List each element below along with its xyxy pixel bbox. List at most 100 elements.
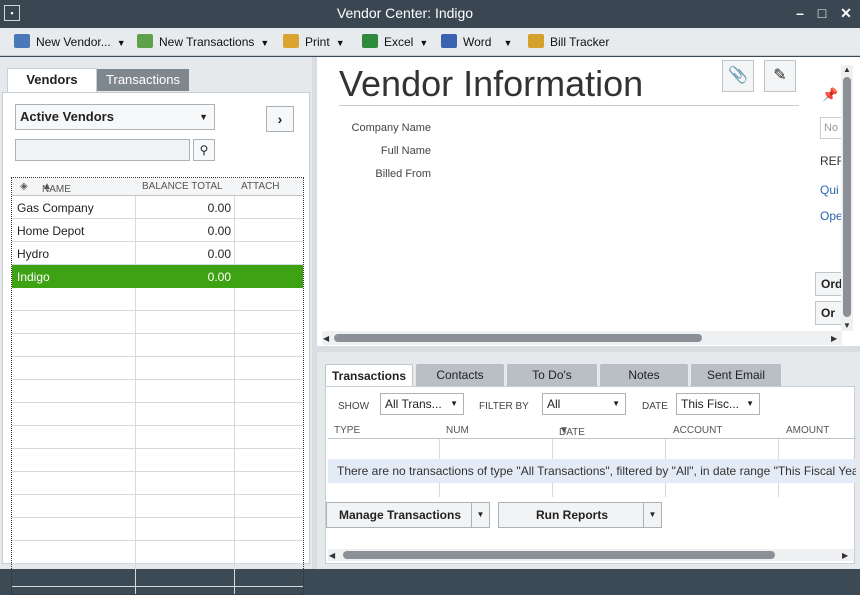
tab-contacts[interactable]: Contacts <box>416 364 504 386</box>
new-vendor-label: New Vendor... <box>36 35 111 49</box>
column-header-account[interactable]: ACCOUNT <box>673 425 722 436</box>
chevron-down-icon: ▼ <box>450 399 458 408</box>
tab-todos[interactable]: To Do's <box>507 364 597 386</box>
tab-transactions[interactable]: Transactions <box>325 364 413 388</box>
print-button[interactable]: Print ▼ <box>283 32 345 52</box>
date-header-label: DATE <box>559 427 585 438</box>
tab-sent-email[interactable]: Sent Email <box>691 364 781 386</box>
chevron-down-icon: ▼ <box>116 38 126 48</box>
tab-vendors[interactable]: Vendors <box>7 68 97 92</box>
open-balance-link[interactable]: Ope <box>820 209 842 223</box>
column-header-date[interactable]: DATE ▼ <box>559 425 585 438</box>
transactions-table-header: TYPE NUM DATE ▼ ACCOUNT AMOUNT <box>328 423 856 439</box>
run-reports-button[interactable]: Run Reports ▼ <box>498 502 662 528</box>
show-select[interactable]: All Trans... ▼ <box>380 393 464 415</box>
column-header-name[interactable]: NAME ▲ <box>42 181 71 195</box>
tab-transactions[interactable]: Transactions <box>97 69 189 91</box>
transactions-panel: SHOW All Trans... ▼ FILTER BY All ▼ DATE T… <box>325 386 856 564</box>
show-label: SHOW <box>338 401 370 412</box>
chevron-down-icon[interactable]: ▼ <box>471 503 489 527</box>
tab-notes[interactable]: Notes <box>600 364 688 386</box>
vendor-filter-select[interactable]: Active Vendors ▼ <box>15 104 215 130</box>
scroll-left-icon[interactable]: ◀ <box>323 334 329 343</box>
filter-by-select[interactable]: All ▼ <box>542 393 626 415</box>
toolbar: New Vendor... ▼ New Transactions ▼ Print ▼ … <box>0 28 860 56</box>
search-icon[interactable]: ⚲ <box>193 139 215 161</box>
vendor-balance: 0.00 <box>207 201 231 215</box>
column-header-balance[interactable]: BALANCE TOTAL <box>142 181 223 192</box>
excel-icon <box>362 34 378 48</box>
pin-icon[interactable]: 📌 <box>822 87 838 103</box>
scroll-down-icon[interactable]: ▼ <box>843 321 851 330</box>
date-select[interactable]: This Fisc... ▼ <box>676 393 760 415</box>
empty-row <box>12 288 303 311</box>
quick-report-link[interactable]: Qui <box>820 183 842 197</box>
print-label: Print <box>305 35 330 49</box>
scrollbar-thumb[interactable] <box>843 77 851 317</box>
scroll-right-icon[interactable]: ▶ <box>831 334 837 343</box>
bill-tracker-button[interactable]: Bill Tracker <box>528 32 609 52</box>
table-row[interactable]: Gas Company 0.00 <box>12 196 303 219</box>
vendor-filter-value: Active Vendors <box>20 109 114 124</box>
empty-row <box>12 518 303 541</box>
vendor-balance: 0.00 <box>207 270 231 284</box>
vendor-search-input[interactable] <box>15 139 190 161</box>
scrollbar-thumb[interactable] <box>334 334 702 342</box>
chevron-down-icon: ▼ <box>419 38 429 48</box>
chevron-down-icon: ▼ <box>335 38 345 48</box>
horizontal-scrollbar[interactable]: ◀ ▶ <box>328 549 854 561</box>
chevron-down-icon: ▼ <box>260 38 270 48</box>
reports-heading: REF <box>820 154 842 168</box>
chevron-down-icon: ▼ <box>612 399 620 408</box>
scroll-left-icon[interactable]: ◀ <box>329 551 335 560</box>
word-button[interactable]: Word ▼ <box>441 32 512 52</box>
horizontal-scrollbar[interactable]: ◀ ▶ <box>322 331 842 345</box>
vendor-info-panel: Vendor Information 📎 ✎ Company Name Full… <box>317 57 860 569</box>
word-icon <box>441 34 457 48</box>
vendor-name: Gas Company <box>17 201 94 215</box>
filter-by-value: All <box>547 397 561 411</box>
chevron-down-icon[interactable]: ▼ <box>643 503 661 527</box>
vertical-scrollbar[interactable]: ▲ ▼ <box>841 65 853 331</box>
column-header-attach[interactable]: ATTACH <box>241 181 280 192</box>
paperclip-icon[interactable]: 📎 <box>722 60 754 92</box>
manage-transactions-button[interactable]: Manage Transactions ▼ <box>326 502 490 528</box>
table-row-selected[interactable]: Indigo 0.00 <box>12 265 303 288</box>
word-label: Word <box>463 35 492 49</box>
filter-by-label: FILTER BY <box>479 401 529 412</box>
column-header-amount[interactable]: AMOUNT <box>786 425 829 436</box>
page-title: Vendor Information <box>339 63 644 104</box>
maximize-icon[interactable]: □ <box>812 4 832 22</box>
table-row[interactable]: Home Depot 0.00 <box>12 219 303 242</box>
bill-tracker-icon <box>528 34 544 48</box>
scroll-right-icon[interactable]: ▶ <box>842 551 848 560</box>
vendor-name: Hydro <box>17 247 50 261</box>
title-divider <box>339 105 799 106</box>
billed-from-label: Billed From <box>375 168 431 180</box>
empty-row <box>12 403 303 426</box>
column-header-num[interactable]: NUM <box>446 425 469 436</box>
chevron-down-icon: ▼ <box>199 112 208 122</box>
scroll-up-icon[interactable]: ▲ <box>843 65 851 74</box>
empty-row <box>12 334 303 357</box>
empty-row <box>12 426 303 449</box>
expand-panel-button[interactable]: › <box>266 106 294 132</box>
close-icon[interactable]: ✕ <box>836 4 856 22</box>
new-vendor-icon <box>14 34 30 48</box>
run-reports-label: Run Reports <box>536 508 608 522</box>
excel-button[interactable]: Excel ▼ <box>362 32 428 52</box>
show-value: All Trans... <box>385 397 442 411</box>
column-header-type[interactable]: TYPE <box>334 425 360 436</box>
window-title: Vendor Center: Indigo <box>336 5 474 21</box>
scrollbar-thumb[interactable] <box>343 551 775 559</box>
title-bar: ▪ Vendor Center: Indigo – □ ✕ <box>0 0 860 28</box>
manage-transactions-label: Manage Transactions <box>338 508 462 522</box>
edit-pencil-icon[interactable]: ✎ <box>764 60 796 92</box>
new-transactions-button[interactable]: New Transactions ▼ <box>137 32 269 52</box>
minimize-icon[interactable]: – <box>790 4 810 22</box>
table-row[interactable]: Hydro 0.00 <box>12 242 303 265</box>
empty-row <box>12 495 303 518</box>
column-settings-icon[interactable]: ◈ <box>20 181 28 192</box>
new-vendor-button[interactable]: New Vendor... ▼ <box>14 32 126 52</box>
vendor-name: Indigo <box>17 270 50 284</box>
